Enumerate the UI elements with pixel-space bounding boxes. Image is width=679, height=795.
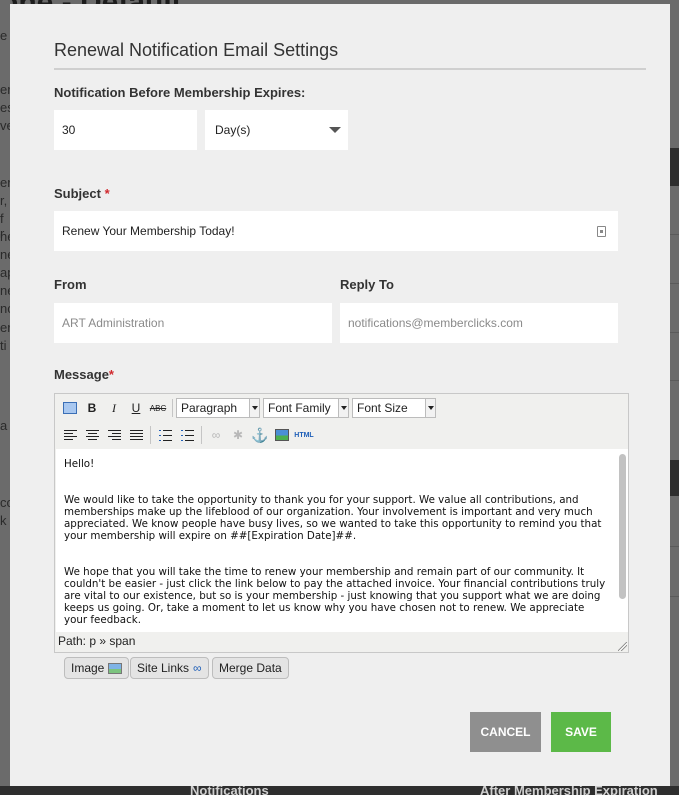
source-mode-icon — [63, 402, 77, 414]
editor-content[interactable]: Hello! We would like to take the opportu… — [56, 449, 628, 632]
strikethrough-button[interactable]: ABC — [147, 398, 169, 418]
align-left-icon — [63, 429, 77, 441]
link-icon: ∞ — [193, 661, 202, 675]
subject-label: Subject * — [54, 186, 110, 201]
merge-data-label: Merge Data — [219, 661, 282, 675]
background-right-strip — [670, 0, 679, 795]
toolbar-separator — [172, 399, 173, 417]
background-divider — [670, 234, 679, 235]
bullet-list-icon — [158, 429, 172, 441]
format-select-value: Paragraph — [181, 401, 238, 415]
chevron-down-icon — [329, 127, 341, 133]
insert-image-button[interactable] — [271, 425, 293, 445]
message-label: Message* — [54, 367, 114, 382]
subject-input[interactable] — [54, 211, 618, 251]
cancel-button[interactable]: CANCEL — [470, 712, 541, 752]
bold-button[interactable]: B — [81, 398, 103, 418]
editor-scrollbar-thumb[interactable] — [619, 454, 626, 599]
from-label: From — [54, 277, 87, 292]
align-center-icon — [85, 429, 99, 441]
background-text: r, — [0, 193, 8, 208]
link-button[interactable]: ∞ — [205, 425, 227, 445]
background-text: k — [0, 513, 7, 528]
background-divider — [670, 596, 679, 597]
merge-data-button[interactable]: Merge Data — [212, 657, 289, 679]
font-size-select[interactable]: Font Size — [352, 398, 436, 418]
source-mode-button[interactable] — [59, 398, 81, 418]
editor-toolbar-row-2: ∞ ✱ ⚓ HTML — [59, 425, 315, 445]
numbered-list-icon — [180, 429, 194, 441]
save-button[interactable]: SAVE — [551, 712, 611, 752]
toolbar-separator — [150, 426, 151, 444]
align-center-button[interactable] — [81, 425, 103, 445]
background-band — [670, 148, 679, 186]
underline-button[interactable]: U — [125, 398, 147, 418]
toolbar-separator — [201, 426, 202, 444]
background-text: ti — [0, 338, 7, 353]
justify-icon — [129, 429, 143, 441]
background-text: a — [0, 418, 8, 433]
renewal-settings-modal: Renewal Notification Email Settings Noti… — [10, 4, 670, 786]
background-divider — [670, 283, 679, 284]
image-icon — [108, 662, 123, 674]
reply-to-input[interactable] — [340, 303, 618, 343]
numbered-list-button[interactable] — [176, 425, 198, 445]
html-source-button[interactable]: HTML — [293, 425, 315, 445]
subject-field — [54, 211, 618, 251]
required-mark: * — [104, 186, 110, 201]
editor-paragraph: We hope that you will take the time to r… — [64, 566, 606, 626]
notification-label: Notification Before Membership Expires: — [54, 85, 306, 100]
chevron-down-icon — [338, 399, 348, 417]
link-icon: ∞ — [211, 428, 221, 442]
message-label-text: Message — [54, 367, 109, 382]
notification-unit-select[interactable]: Day(s) — [205, 110, 348, 150]
bullet-list-button[interactable] — [154, 425, 176, 445]
title-divider — [54, 68, 646, 70]
subject-label-text: Subject — [54, 186, 101, 201]
anchor-button[interactable]: ⚓ — [249, 425, 271, 445]
align-right-icon — [107, 429, 121, 441]
align-left-button[interactable] — [59, 425, 81, 445]
background-divider — [670, 380, 679, 381]
editor-toolbar-row-1: B I U ABC Paragraph Font Family Font Siz… — [59, 398, 439, 418]
anchor-icon: ⚓ — [251, 426, 269, 443]
insert-image-label: Image — [71, 661, 105, 675]
background-divider — [670, 546, 679, 547]
html-icon: HTML — [294, 431, 314, 439]
font-family-select[interactable]: Font Family — [263, 398, 349, 418]
font-size-select-value: Font Size — [357, 401, 408, 415]
merge-field-icon[interactable] — [597, 226, 606, 237]
notification-days-input[interactable] — [54, 110, 197, 150]
align-right-button[interactable] — [103, 425, 125, 445]
font-family-select-value: Font Family — [268, 401, 331, 415]
resize-handle-icon[interactable] — [618, 642, 627, 651]
modal-title: Renewal Notification Email Settings — [54, 40, 339, 60]
chevron-down-icon — [249, 399, 259, 417]
editor-scrollbar[interactable] — [618, 452, 627, 629]
image-icon — [275, 429, 289, 441]
format-select[interactable]: Paragraph — [176, 398, 260, 418]
background-footer-band: Notifications After Membership Expiratio… — [0, 783, 679, 795]
required-mark: * — [108, 367, 114, 382]
site-links-button[interactable]: Site Links ∞ — [130, 657, 209, 679]
background-divider — [670, 332, 679, 333]
message-editor: B I U ABC Paragraph Font Family Font Siz… — [54, 393, 629, 653]
unlink-button[interactable]: ✱ — [227, 425, 249, 445]
insert-image-button[interactable]: Image — [64, 657, 130, 679]
from-input[interactable] — [54, 303, 332, 343]
background-text: e — [0, 28, 8, 43]
unlink-icon: ✱ — [232, 428, 244, 442]
background-left-strip: e er es ve er r, f r ne ne ap ne nc er t… — [0, 0, 14, 795]
reply-to-label: Reply To — [340, 277, 394, 292]
chevron-down-icon — [425, 399, 435, 417]
background-band — [670, 460, 679, 496]
editor-paragraph: Hello! — [64, 458, 95, 470]
italic-button[interactable]: I — [103, 398, 125, 418]
site-links-label: Site Links — [137, 661, 190, 675]
justify-button[interactable] — [125, 425, 147, 445]
editor-paragraph: We would like to take the opportunity to… — [64, 494, 602, 542]
unit-selected-value: Day(s) — [215, 123, 251, 137]
editor-path: Path: p » span — [58, 634, 136, 648]
